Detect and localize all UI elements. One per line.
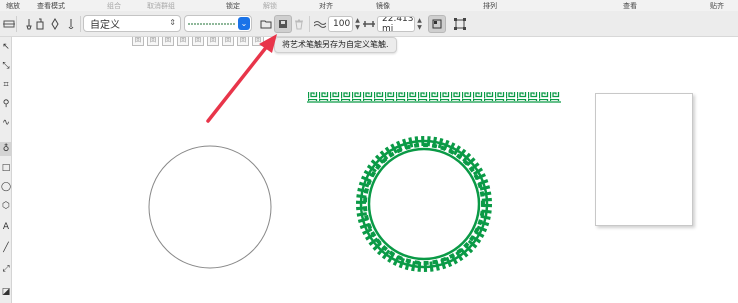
annotation-arrow: [206, 34, 277, 123]
greek-key-ring[interactable]: [356, 136, 492, 272]
greek-key-border[interactable]: [307, 92, 561, 103]
document-page[interactable]: [595, 93, 693, 226]
plain-circle[interactable]: [148, 145, 272, 269]
